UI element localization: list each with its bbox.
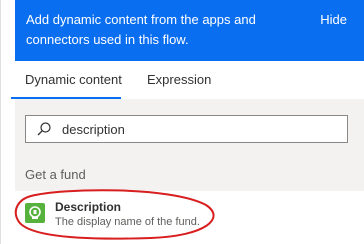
search-area [15, 99, 364, 159]
banner-message: Add dynamic content from the apps and co… [26, 12, 256, 47]
search-input[interactable] [62, 116, 332, 142]
list-item-description[interactable]: Description The display name of the fund… [15, 191, 364, 241]
connector-icon [25, 203, 45, 223]
info-banner: Add dynamic content from the apps and co… [15, 0, 364, 61]
section-title: Get a fund [25, 167, 86, 182]
search-icon [37, 122, 51, 136]
tab-bar: Dynamic content Expression [15, 61, 364, 101]
item-description: The display name of the fund. [55, 216, 200, 228]
tab-expression[interactable]: Expression [147, 71, 211, 89]
dynamic-content-panel: Add dynamic content from the apps and co… [0, 0, 364, 244]
item-title: Description [55, 200, 122, 214]
hide-button[interactable]: Hide [320, 10, 347, 30]
tab-dynamic-content[interactable]: Dynamic content [25, 71, 122, 89]
section-header: Get a fund [15, 159, 364, 191]
fund-icon [29, 206, 41, 219]
search-box[interactable] [25, 115, 348, 143]
